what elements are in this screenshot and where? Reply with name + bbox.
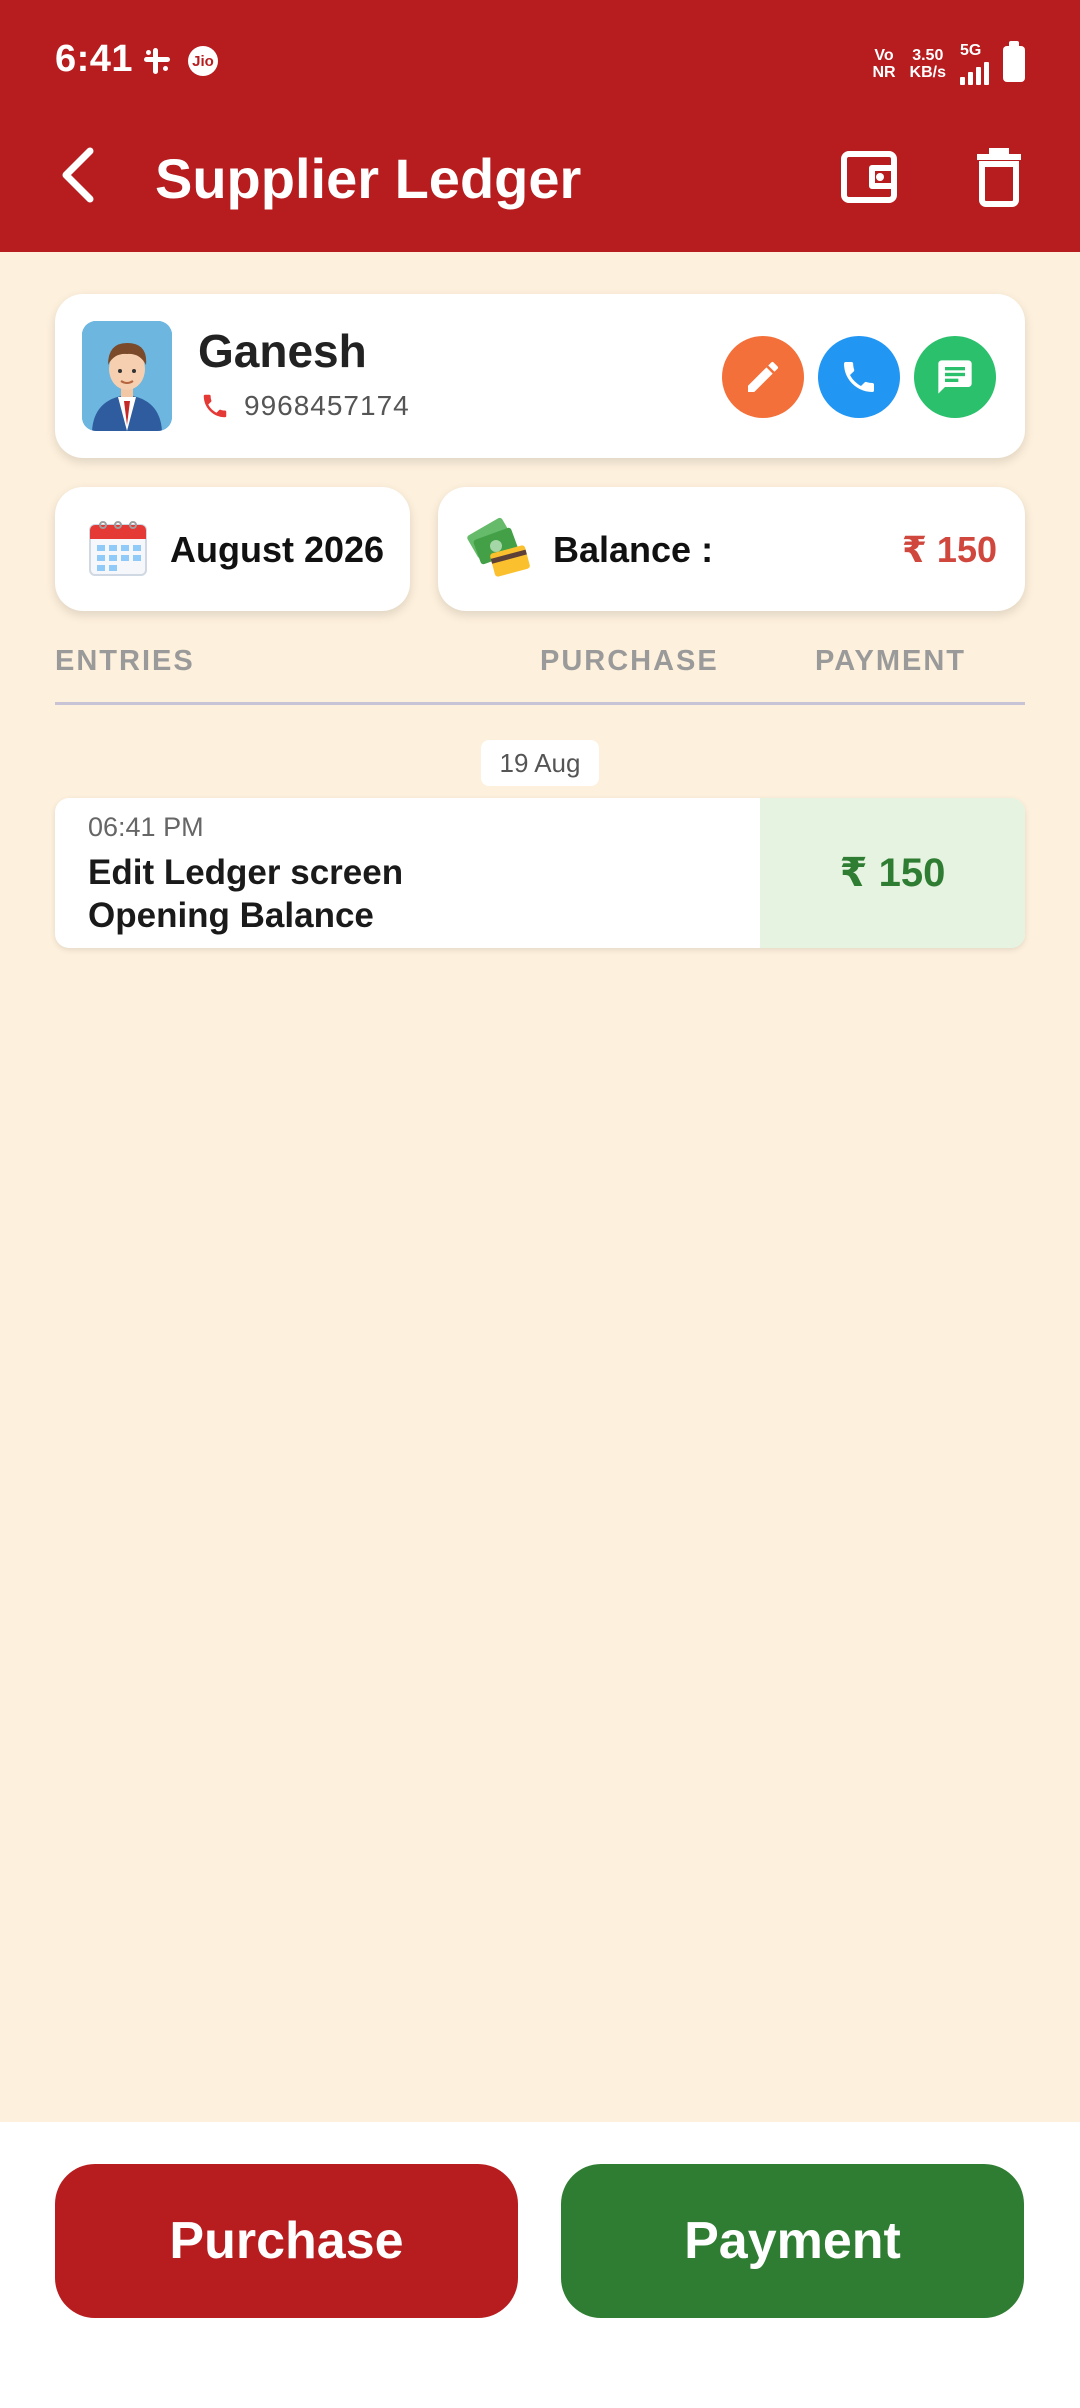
supplier-card: Ganesh 9968457174 [55, 294, 1025, 458]
balance-label: Balance : [553, 529, 714, 570]
entry-purchase-amount [695, 798, 760, 948]
status-notification-icons: Jio [142, 46, 218, 76]
message-icon [938, 360, 972, 394]
wallet-button[interactable] [836, 142, 904, 210]
supplier-phone-row: 9968457174 [200, 390, 410, 422]
page-title: Supplier Ledger [155, 147, 582, 210]
date-chip: 19 Aug [481, 740, 599, 786]
entry-payment-amount: ₹ 150 [760, 798, 1025, 948]
signal-block: 5G [960, 42, 989, 85]
purchase-button[interactable]: Purchase [55, 2164, 518, 2318]
edit-supplier-button[interactable] [722, 336, 804, 418]
supplier-name: Ganesh [198, 325, 367, 377]
phone-icon [844, 362, 874, 392]
month-selector[interactable]: August 2026 [55, 487, 410, 611]
volte-top: Vo [874, 46, 894, 64]
volte-indicator: Vo NR [872, 47, 895, 81]
jio-icon: Jio [188, 46, 218, 76]
back-arrow-icon [62, 147, 94, 203]
person-avatar-icon [82, 321, 172, 431]
entry-subtitle: Opening Balance [88, 896, 374, 935]
money-card-icon [467, 517, 530, 577]
message-supplier-button[interactable] [914, 336, 996, 418]
column-header-payment: PAYMENT [815, 645, 966, 677]
avatar [82, 321, 172, 431]
network-type: 5G [960, 42, 982, 59]
payment-button[interactable]: Payment [561, 2164, 1024, 2318]
back-button[interactable] [48, 140, 108, 210]
slack-icon [144, 48, 170, 74]
speed-value: 3.50 [912, 46, 944, 64]
signal-icon [960, 59, 989, 85]
phone-icon [203, 394, 227, 418]
column-header-purchase: PURCHASE [540, 645, 719, 677]
selected-month: August 2026 [170, 529, 385, 570]
wallet-icon [841, 151, 897, 203]
speed-unit: KB/s [909, 63, 946, 81]
app-bar: 6:41 Jio Vo NR 3.50 KB/s 5G Supplier Led… [0, 0, 1080, 252]
volte-bottom: NR [872, 63, 896, 81]
status-system-icons: Vo NR 3.50 KB/s 5G [872, 40, 1025, 85]
entry-time: 06:41 PM [88, 812, 204, 842]
calendar-icon [89, 521, 147, 576]
balance-card: Balance : ₹ 150 [438, 487, 1025, 611]
network-speed: 3.50 KB/s [910, 47, 946, 81]
header-divider [55, 702, 1025, 705]
call-supplier-button[interactable] [818, 336, 900, 418]
trash-icon [977, 148, 1021, 207]
battery-icon [1003, 40, 1025, 82]
status-time: 6:41 [55, 38, 134, 80]
pencil-icon [748, 361, 779, 392]
supplier-phone: 9968457174 [244, 390, 410, 421]
ledger-entry-row[interactable]: 06:41 PM Edit Ledger screen Opening Bala… [55, 798, 1025, 948]
entry-title: Edit Ledger screen [88, 853, 404, 892]
column-header-entries: ENTRIES [55, 645, 195, 677]
delete-button[interactable] [965, 142, 1033, 210]
balance-value: ₹ 150 [901, 529, 997, 570]
